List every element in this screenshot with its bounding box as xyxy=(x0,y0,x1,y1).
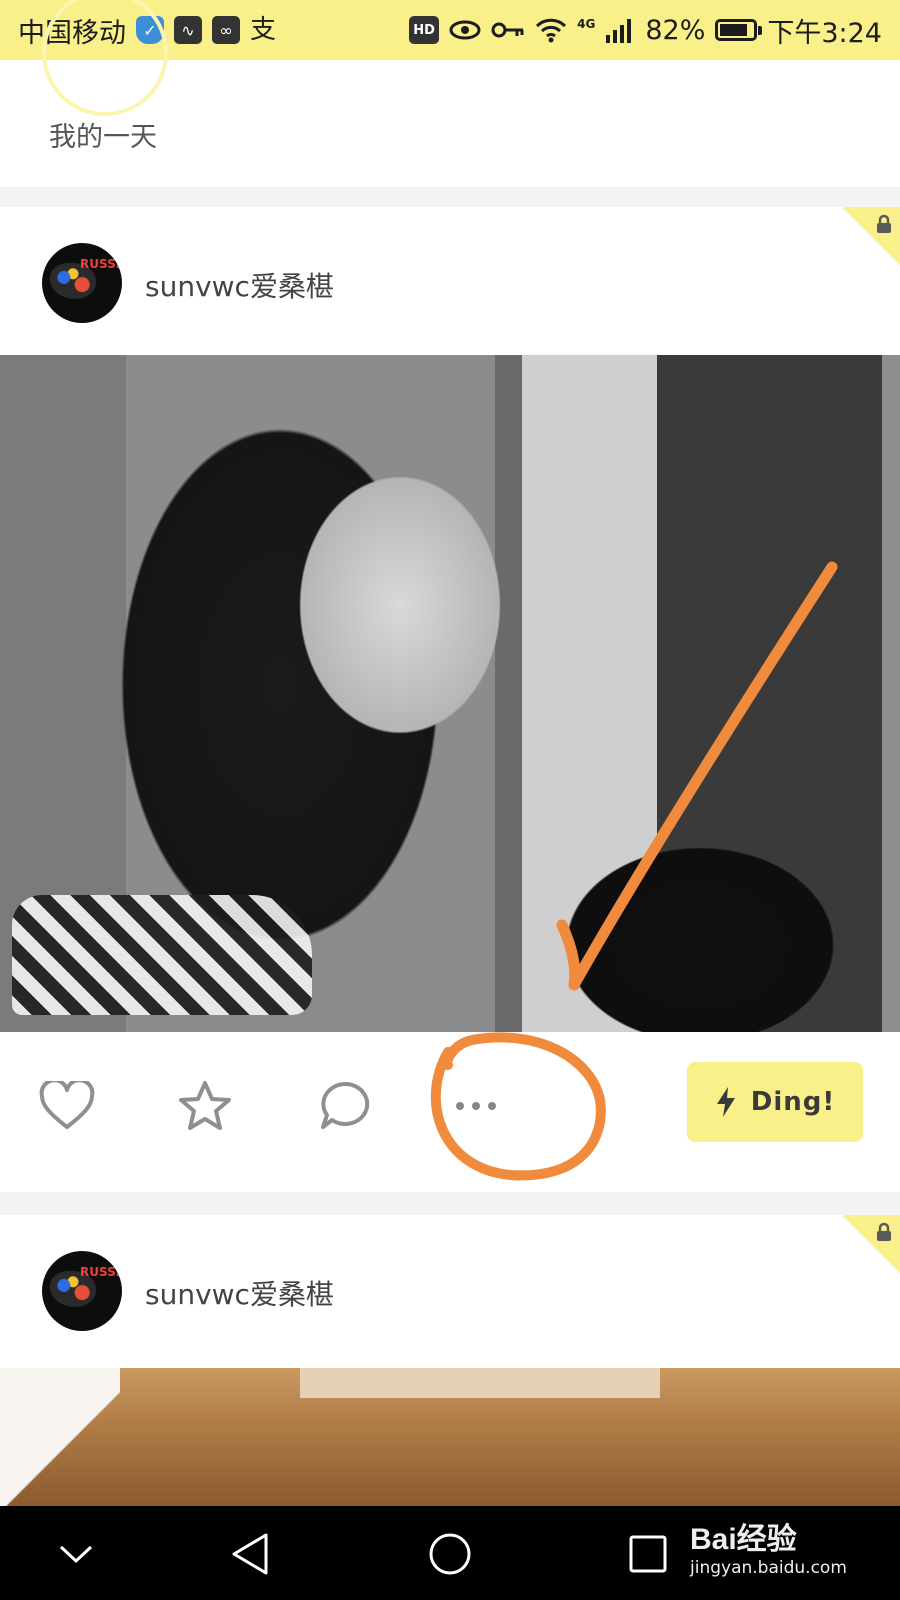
plaid-cloth xyxy=(12,895,312,1015)
network-type: 4G xyxy=(577,16,596,31)
post-header: RUSSIA sunvwc爱桑椹 xyxy=(0,207,900,355)
username[interactable]: sunvwc爱桑椹 xyxy=(145,265,334,305)
post-header: RUSSIA sunvwc爱桑椹 xyxy=(0,1215,900,1368)
key-icon xyxy=(491,22,524,38)
battery-percent: 82% xyxy=(645,14,706,46)
post-photo[interactable] xyxy=(0,355,900,1032)
recents-icon xyxy=(629,1535,667,1573)
diary-title: 我的一天 xyxy=(49,122,157,153)
alipay-icon: 支 xyxy=(250,15,277,45)
recents-button[interactable] xyxy=(620,1526,676,1582)
eye-icon xyxy=(449,20,481,40)
lock-icon xyxy=(877,214,891,233)
avatar[interactable]: RUSSIA xyxy=(42,243,122,323)
link-icon: ∞ xyxy=(212,16,240,44)
post-photo[interactable] xyxy=(0,1368,900,1506)
more-button[interactable] xyxy=(456,1094,506,1118)
clock: 下午3:24 xyxy=(767,17,882,49)
back-icon xyxy=(232,1533,268,1575)
baidu-watermark: Bai经验 jingyan.baidu.com xyxy=(690,1514,847,1578)
battery-icon xyxy=(715,19,763,41)
wifi-icon xyxy=(536,18,567,43)
diary-card[interactable]: 我的一天 xyxy=(0,0,900,187)
avatar-text: RUSSIA xyxy=(80,257,122,271)
avatar-text: RUSSIA xyxy=(80,1265,122,1279)
signal-icon xyxy=(606,19,632,43)
diary-cover-circle xyxy=(42,0,168,116)
home-icon xyxy=(429,1533,471,1575)
comment-button[interactable] xyxy=(316,1077,374,1135)
watermark-brand: Bai经验 xyxy=(690,1523,797,1556)
lock-icon xyxy=(877,1222,891,1241)
hd-icon: HD xyxy=(409,16,440,44)
watermark-url: jingyan.baidu.com xyxy=(690,1558,847,1578)
chevron-down-icon xyxy=(59,1545,93,1564)
activity-icon: ∿ xyxy=(174,16,202,44)
ding-button[interactable]: Ding! xyxy=(687,1062,863,1142)
star-icon xyxy=(179,1081,231,1130)
avatar[interactable]: RUSSIA xyxy=(42,1251,122,1331)
comment-icon xyxy=(321,1081,370,1129)
more-icon xyxy=(456,1102,464,1110)
username[interactable]: sunvwc爱桑椹 xyxy=(145,1273,334,1313)
back-button[interactable] xyxy=(222,1526,278,1582)
system-nav-bar: Bai经验 jingyan.baidu.com xyxy=(0,1506,900,1600)
post-action-bar: Ding! xyxy=(0,1032,900,1192)
home-button[interactable] xyxy=(422,1526,478,1582)
favorite-button[interactable] xyxy=(176,1077,234,1135)
like-button[interactable] xyxy=(38,1077,96,1135)
ding-label: Ding! xyxy=(750,1087,836,1117)
hide-keyboard-button[interactable] xyxy=(48,1526,104,1582)
heart-icon xyxy=(39,1081,95,1129)
lightning-icon xyxy=(716,1087,735,1117)
